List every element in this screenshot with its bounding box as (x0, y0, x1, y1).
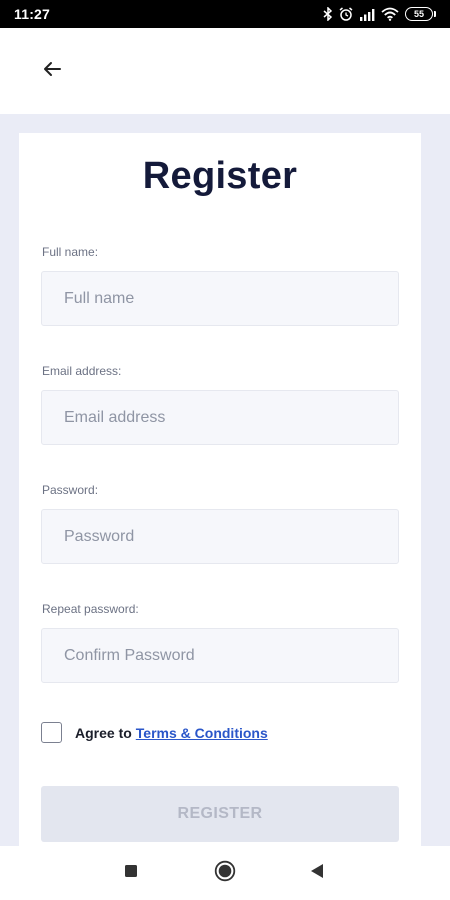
email-input[interactable] (41, 390, 399, 445)
battery-level: 55 (405, 7, 433, 21)
system-nav-bar (0, 846, 450, 900)
email-label: Email address: (42, 364, 122, 378)
battery-tip (434, 11, 436, 17)
terms-agreement-row: Agree to Terms & Conditions (41, 722, 268, 743)
alarm-icon (339, 7, 353, 21)
back-triangle-icon (310, 863, 324, 884)
password-input[interactable] (41, 509, 399, 564)
terms-checkbox[interactable] (41, 722, 62, 743)
terms-link[interactable]: Terms & Conditions (136, 725, 268, 741)
app-header (0, 28, 450, 114)
recents-button[interactable] (101, 846, 161, 900)
bluetooth-icon (323, 7, 333, 21)
recents-square-icon (124, 864, 138, 883)
back-button[interactable] (40, 59, 64, 83)
wifi-icon (381, 7, 399, 21)
page-title: Register (142, 155, 298, 197)
agree-text: Agree to (75, 724, 132, 741)
signal-icon (359, 8, 375, 21)
confirm-password-input[interactable] (41, 628, 399, 683)
home-circle-icon (214, 860, 236, 887)
repeat-password-label: Repeat password: (42, 602, 139, 616)
home-button[interactable] (195, 846, 255, 900)
status-bar: 11:27 55 (0, 0, 450, 28)
full-name-input[interactable] (41, 271, 399, 326)
status-icons: 55 (323, 7, 436, 21)
password-label: Password: (42, 483, 99, 497)
nav-back-button[interactable] (287, 846, 347, 900)
battery-icon: 55 (405, 7, 436, 21)
register-button[interactable]: REGISTER (41, 786, 399, 842)
full-name-label: Full name: (42, 245, 99, 259)
status-time: 11:27 (14, 6, 51, 22)
arrow-left-icon (43, 61, 61, 82)
